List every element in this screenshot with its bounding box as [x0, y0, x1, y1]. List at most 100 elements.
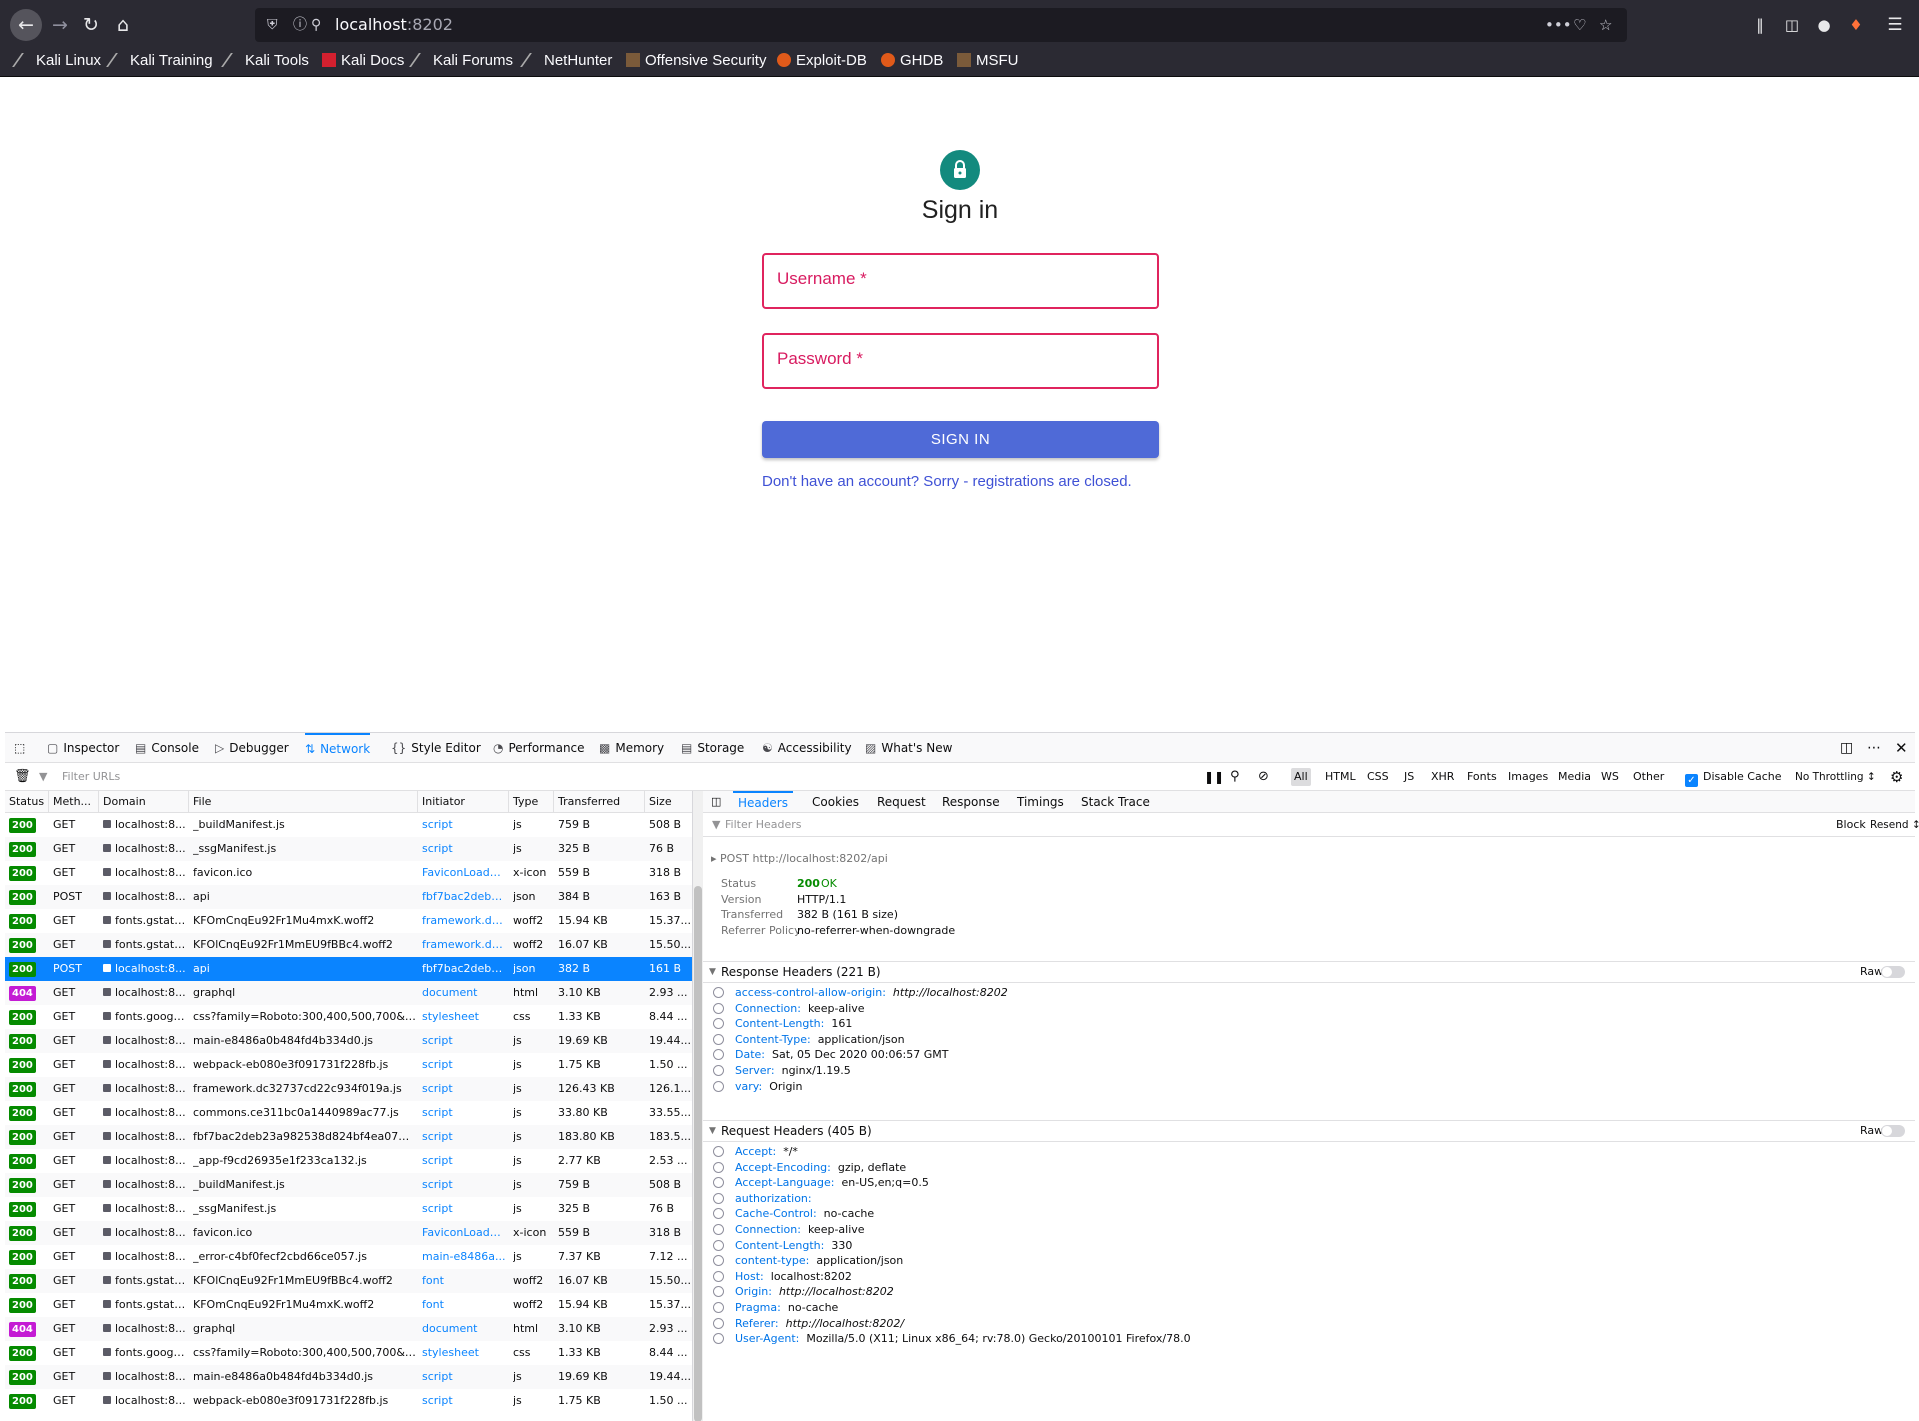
filter-all[interactable]: All [1291, 768, 1311, 786]
home-button[interactable]: ⌂ [110, 12, 136, 38]
table-row[interactable]: 200 GET localhost:8... _buildManifest.js scr… [5, 813, 692, 837]
col-method[interactable]: Meth... [49, 791, 99, 813]
request-line[interactable]: ▸ POST http://localhost:8202/api [711, 852, 888, 866]
col-type[interactable]: Type [509, 791, 554, 813]
table-row[interactable]: 200 GET localhost:8... _error-c4bf0fecf2cbd… [5, 1245, 692, 1269]
tab-performance[interactable]: ◔ Performance [493, 733, 585, 763]
filter-html[interactable]: HTML [1322, 768, 1359, 786]
table-row[interactable]: 200 POST localhost:8... api fbf7bac2deb23...… [5, 885, 692, 909]
bookmark-kali-forums[interactable]: Kali Forums [409, 49, 513, 73]
col-transferred[interactable]: Transferred [554, 791, 645, 813]
request-table-scrollbar[interactable] [693, 791, 703, 1421]
tab-stack-trace[interactable]: Stack Trace [1081, 791, 1150, 813]
account-icon[interactable]: ● [1811, 12, 1837, 38]
help-icon[interactable] [713, 987, 724, 998]
dock-icon[interactable]: ◫ [1840, 733, 1853, 763]
help-icon[interactable] [713, 1239, 724, 1251]
header-line[interactable]: Server: nginx/1.19.5 [735, 1064, 851, 1078]
help-icon[interactable] [713, 1317, 724, 1329]
col-size[interactable]: Size [645, 791, 692, 813]
header-line[interactable]: Date: Sat, 05 Dec 2020 00:06:57 GMT [735, 1048, 948, 1062]
table-row[interactable]: 200 GET localhost:8... webpack-eb080e3f0917… [5, 1389, 692, 1413]
table-row[interactable]: 200 GET localhost:8... _app-f9cd26935e1f233… [5, 1149, 692, 1173]
filter-css[interactable]: CSS [1364, 768, 1392, 786]
tab-style-editor[interactable]: {} Style Editor [391, 733, 481, 763]
request-headers-section[interactable]: ▼ Request Headers (405 B) Raw [703, 1120, 1915, 1142]
table-row[interactable]: 200 GET fonts.gstati... KFOmCnqEu92Fr1Mu4mx… [5, 909, 692, 933]
library-icon[interactable]: ‖ [1747, 12, 1773, 38]
shield-icon[interactable]: ⛨ [267, 8, 278, 42]
table-row[interactable]: 404 GET localhost:8... graphql document html 3… [5, 1317, 692, 1341]
header-line[interactable]: Referer: http://localhost:8202/ [735, 1317, 904, 1331]
password-field[interactable]: Password * [762, 333, 1159, 389]
table-row[interactable]: 200 GET fonts.gstati... KFOlCnqEu92Fr1MmEU9… [5, 1269, 692, 1293]
header-line[interactable]: Pragma: no-cache [735, 1301, 838, 1315]
table-row[interactable]: 200 GET localhost:8... commons.ce311bc0a144… [5, 1101, 692, 1125]
register-link[interactable]: Don't have an account? Sorry - registrat… [762, 473, 1132, 490]
settings-gear-icon[interactable]: ⚙ [1890, 763, 1903, 791]
bookmark-ghdb[interactable]: GHDB [881, 49, 943, 73]
filter-xhr[interactable]: XHR [1428, 768, 1457, 786]
sidebar-icon[interactable]: ◫ [1779, 12, 1805, 38]
tab-debugger[interactable]: ▷ Debugger [215, 733, 289, 763]
col-initiator[interactable]: Initiator [418, 791, 509, 813]
url-bar[interactable]: ⛨ ⓘ ⚲ localhost:8202 ••• ♡ ☆ [255, 8, 1627, 42]
extension-icon[interactable]: ♦ [1843, 12, 1869, 38]
url-text[interactable]: localhost:8202 [335, 8, 453, 42]
help-icon[interactable] [713, 1018, 724, 1030]
help-icon[interactable] [713, 1161, 724, 1173]
filter-js[interactable]: JS [1401, 768, 1417, 786]
help-icon[interactable] [713, 1333, 724, 1345]
bookmark-offensive-security[interactable]: Offensive Security [626, 49, 766, 73]
header-line[interactable]: vary: Origin [735, 1080, 802, 1094]
help-icon[interactable] [713, 1146, 724, 1157]
help-icon[interactable] [713, 1177, 724, 1189]
header-line[interactable]: Cache-Control: no-cache [735, 1207, 874, 1221]
help-icon[interactable] [713, 1224, 724, 1235]
col-domain[interactable]: Domain [99, 791, 189, 813]
col-status[interactable]: Status [5, 791, 49, 813]
initiator-text[interactable]: framework.dc... [422, 914, 507, 927]
filter-images[interactable]: Images [1505, 768, 1551, 786]
tab-inspector[interactable]: ▢ Inspector [47, 733, 119, 763]
help-icon[interactable] [713, 1302, 724, 1313]
bookmark-msfu[interactable]: MSFU [957, 49, 1019, 73]
table-row[interactable]: 200 GET localhost:8... webpack-eb080e3f0917… [5, 1053, 692, 1077]
raw-toggle-response[interactable] [1881, 966, 1905, 978]
tab-whats-new[interactable]: ▨ What's New [865, 733, 952, 763]
initiator-text[interactable]: main-e8486a... [422, 1250, 505, 1263]
table-row[interactable]: 200 GET localhost:8... _ssgManifest.js scrip… [5, 1197, 692, 1221]
bookmark-star-icon[interactable]: ☆ [1599, 8, 1612, 42]
table-row[interactable]: 200 GET localhost:8... favicon.ico FaviconLo… [5, 861, 692, 885]
header-line[interactable]: Accept-Language: en-US,en;q=0.5 [735, 1176, 929, 1190]
table-row[interactable]: 200 GET localhost:8... _buildManifest.js scr… [5, 1173, 692, 1197]
table-row[interactable]: 200 GET fonts.gstati... KFOlCnqEu92Fr1MmEU9… [5, 933, 692, 957]
tab-request[interactable]: Request [877, 791, 926, 813]
table-row[interactable]: 200 GET localhost:8... fbf7bac2deb23a982538… [5, 1125, 692, 1149]
filter-headers-input[interactable]: Filter Headers [725, 818, 802, 832]
filter-fonts[interactable]: Fonts [1464, 768, 1500, 786]
info-icon[interactable]: ⓘ [293, 8, 307, 42]
header-line[interactable]: Connection: keep-alive [735, 1002, 865, 1016]
filter-other[interactable]: Other [1630, 768, 1667, 786]
header-line[interactable]: Accept: */* [735, 1145, 798, 1159]
header-line[interactable]: Content-Type: application/json [735, 1033, 905, 1047]
pick-element-icon[interactable]: ⬚ [14, 733, 25, 763]
help-icon[interactable] [713, 1080, 724, 1092]
table-row[interactable]: 200 GET localhost:8... _ssgManifest.js scrip… [5, 837, 692, 861]
initiator-text[interactable]: framework.dc... [422, 938, 507, 951]
header-line[interactable]: User-Agent: Mozilla/5.0 (X11; Linux x86_… [735, 1332, 1191, 1346]
header-line[interactable]: Content-Length: 161 [735, 1017, 852, 1031]
table-row[interactable]: 200 GET localhost:8... framework.dc32737cd2… [5, 1077, 692, 1101]
header-line[interactable]: Connection: keep-alive [735, 1223, 865, 1237]
bookmark-exploit-db[interactable]: Exploit-DB [777, 49, 867, 73]
bookmark-nethunter[interactable]: NetHunter [520, 49, 612, 73]
pocket-icon[interactable]: ♡ [1573, 8, 1586, 42]
table-row[interactable]: 200 GET fonts.googl... css?family=Roboto:30… [5, 1341, 692, 1365]
table-row[interactable]: 200 GET fonts.googl... css?family=Roboto:30… [5, 1005, 692, 1029]
header-line[interactable]: Origin: http://localhost:8202 [735, 1285, 894, 1299]
table-row[interactable]: 200 GET localhost:8... favicon.ico FaviconLo… [5, 1221, 692, 1245]
header-line[interactable]: content-type: application/json [735, 1254, 903, 1268]
header-line[interactable]: access-control-allow-origin: http://loca… [735, 986, 1008, 1000]
pause-icon[interactable]: ❚❚ [1204, 763, 1224, 791]
